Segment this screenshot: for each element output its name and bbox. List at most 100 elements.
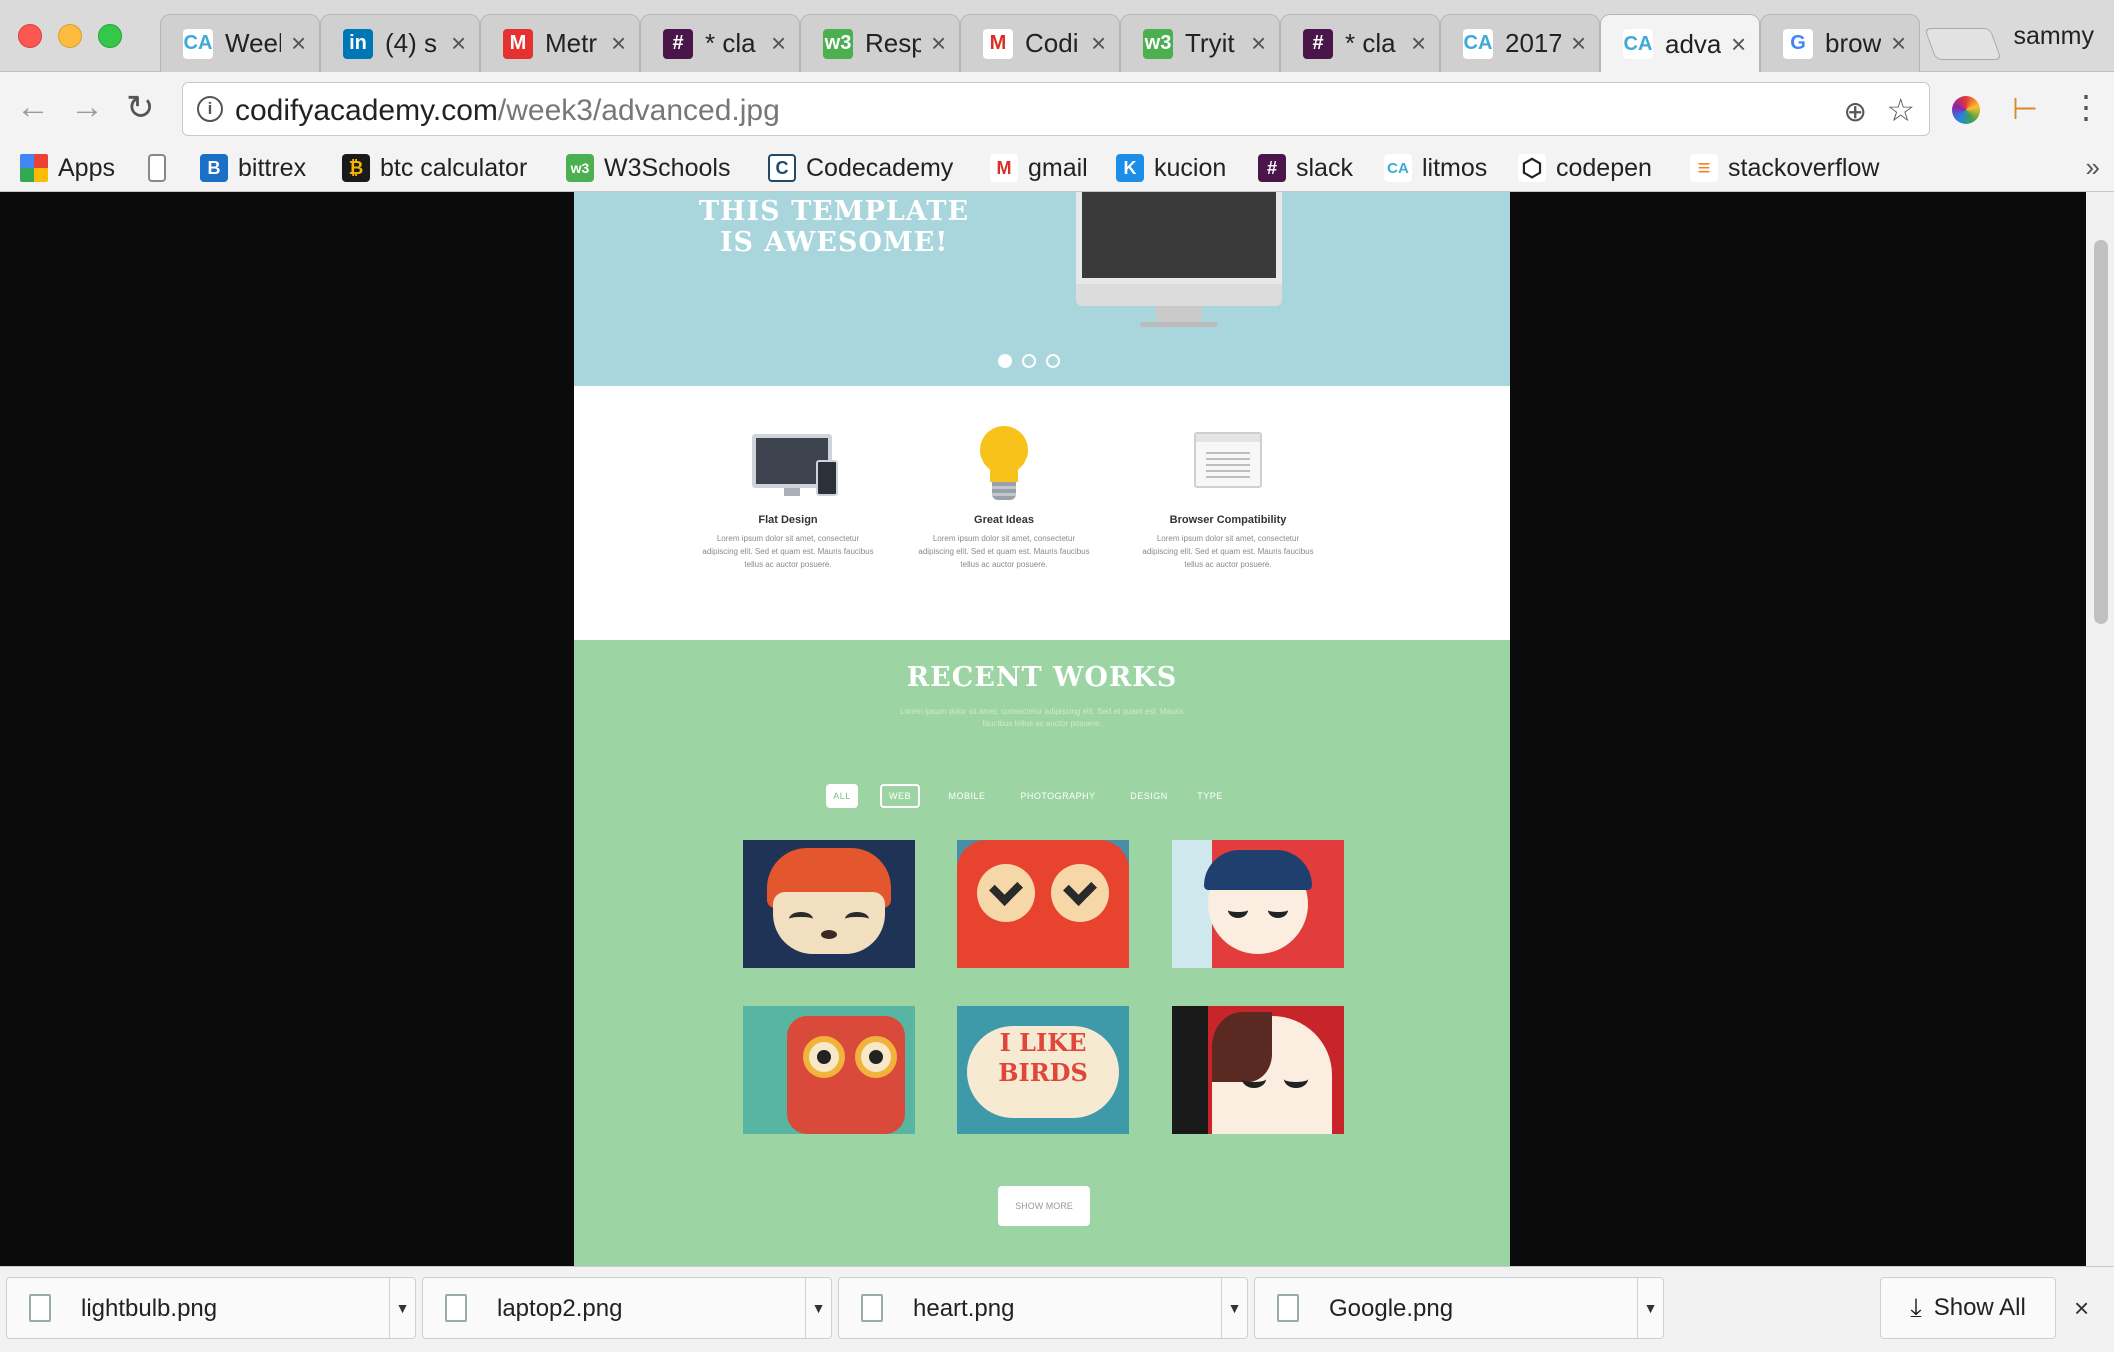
url-text[interactable]: codifyacademy.com/week3/advanced.jpg — [235, 94, 780, 128]
close-tab-icon[interactable]: × — [1571, 28, 1586, 59]
tab-linkedin[interactable]: in (4) s × — [320, 14, 480, 72]
image-file-icon — [1277, 1294, 1299, 1322]
tab-strip: CA Week × in (4) s × M Metr × # * cla × … — [0, 0, 2114, 73]
birds-text: I LIKE BIRDS — [998, 1028, 1088, 1087]
download-item[interactable]: lightbulb.png ▼ — [6, 1277, 416, 1339]
close-tab-icon[interactable]: × — [931, 28, 946, 59]
work-thumb-owl-eyes[interactable] — [743, 1006, 915, 1134]
tab-resp[interactable]: w3 Resp × — [800, 14, 960, 72]
slider-dot-3[interactable] — [1046, 354, 1060, 368]
btc-icon: ₿ — [342, 154, 370, 182]
filter-design[interactable]: DESIGN — [1126, 784, 1172, 808]
bookmark-label: Codecademy — [806, 153, 954, 182]
bookmark-apps[interactable]: Apps — [20, 150, 115, 186]
back-arrow-icon[interactable]: ← — [16, 88, 50, 127]
chevron-down-icon[interactable]: ▼ — [1221, 1278, 1247, 1338]
tab-tryit[interactable]: w3 Tryit × — [1120, 14, 1280, 72]
bookmarks-overflow-icon[interactable]: » — [2086, 152, 2100, 183]
download-arrow-icon: ⤓ — [1910, 1292, 1922, 1322]
hero-title: THIS TEMPLATE IS AWESOME! — [698, 196, 970, 258]
gmail-favicon-icon: M — [983, 28, 1013, 59]
bookmark-kucion[interactable]: K kucion — [1116, 150, 1226, 186]
work-thumb-fox[interactable] — [743, 840, 915, 968]
close-tab-icon[interactable]: × — [611, 28, 626, 59]
vertical-scrollbar[interactable] — [2086, 192, 2114, 1266]
close-window-button[interactable] — [18, 24, 42, 48]
filter-mobile[interactable]: MOBILE — [944, 784, 990, 808]
bookmark-w3schools[interactable]: w3 W3Schools — [566, 150, 730, 186]
close-tab-icon[interactable]: × — [1411, 28, 1426, 59]
tab-metr[interactable]: M Metr × — [480, 14, 640, 72]
show-all-downloads-button[interactable]: ⤓ Show All — [1880, 1277, 2056, 1339]
filter-photography[interactable]: PHOTOGRAPHY — [1014, 784, 1102, 808]
tab-gmail[interactable]: M Codi × — [960, 14, 1120, 72]
close-tab-icon[interactable]: × — [291, 28, 306, 59]
tab-slack-2[interactable]: # * cla × — [1280, 14, 1440, 72]
download-item[interactable]: Google.png ▼ — [1254, 1277, 1664, 1339]
browser-menu-icon[interactable]: ⋮ — [2070, 88, 2102, 126]
monitor-foot — [1140, 322, 1218, 327]
filter-type[interactable]: TYPE — [1194, 784, 1226, 808]
close-tab-icon[interactable]: × — [1891, 28, 1906, 59]
site-info-icon[interactable]: i — [197, 96, 223, 122]
show-all-label: Show All — [1933, 1294, 2026, 1321]
tab-title: * cla — [705, 28, 756, 58]
bookmark-stackoverflow[interactable]: ≡ stackoverflow — [1690, 150, 1879, 186]
bookmark-bittrex[interactable]: B bittrex — [200, 150, 306, 186]
feature-title: Flat Design — [758, 514, 818, 526]
forward-arrow-icon[interactable]: → — [70, 88, 104, 127]
close-tab-icon[interactable]: × — [1091, 28, 1106, 59]
bookmark-star-icon[interactable]: ☆ — [1886, 91, 1915, 129]
new-tab-button[interactable] — [1924, 28, 2002, 60]
close-tab-icon[interactable]: × — [1251, 28, 1266, 59]
filter-all[interactable]: ALL — [826, 784, 858, 808]
chevron-down-icon[interactable]: ▼ — [805, 1278, 831, 1338]
close-tab-icon[interactable]: × — [771, 28, 786, 59]
tab-2017[interactable]: CA 2017 × — [1440, 14, 1600, 72]
close-download-shelf-icon[interactable]: × — [2074, 1293, 2089, 1324]
bookmark-gmail[interactable]: M gmail — [990, 150, 1088, 186]
work-thumb-i-like-birds[interactable]: I LIKE BIRDS — [957, 1006, 1129, 1134]
bookmark-slack[interactable]: # slack — [1258, 150, 1353, 186]
reload-icon[interactable]: ↻ — [126, 88, 155, 128]
download-filename: laptop2.png — [497, 1295, 623, 1322]
address-bar[interactable]: i codifyacademy.com/week3/advanced.jpg ⊕… — [182, 82, 1930, 136]
tab-week[interactable]: CA Week × — [160, 14, 320, 72]
work-thumb-girl[interactable] — [1172, 840, 1344, 968]
work-thumb-red-hood[interactable] — [1172, 1006, 1344, 1134]
download-item[interactable]: laptop2.png ▼ — [422, 1277, 832, 1339]
bookmark-blank-page[interactable] — [148, 150, 176, 186]
ruler-extension-icon[interactable]: ⊢ — [2012, 92, 2038, 127]
minimize-window-button[interactable] — [58, 24, 82, 48]
apps-grid-icon — [20, 154, 48, 182]
codepen-icon: ⬡ — [1518, 154, 1546, 182]
scrollbar-thumb[interactable] — [2094, 240, 2108, 624]
tab-advanced-active[interactable]: CA adva × — [1600, 14, 1760, 73]
bookmark-label: stackoverflow — [1728, 153, 1880, 182]
profile-name[interactable]: sammy — [2013, 22, 2094, 51]
hero-banner: THIS TEMPLATE IS AWESOME! — [574, 192, 1510, 386]
filter-web[interactable]: WEB — [880, 784, 920, 808]
bookmark-litmos[interactable]: CA litmos — [1384, 150, 1487, 186]
tab-slack-1[interactable]: # * cla × — [640, 14, 800, 72]
bookmark-btc-calculator[interactable]: ₿ btc calculator — [342, 150, 527, 186]
download-filename: lightbulb.png — [81, 1295, 218, 1322]
close-tab-icon[interactable]: × — [1731, 29, 1746, 60]
maximize-window-button[interactable] — [98, 24, 122, 48]
tab-google[interactable]: G brow × — [1760, 14, 1920, 72]
gmail-icon: M — [990, 154, 1018, 182]
work-thumb-owl-red[interactable] — [957, 840, 1129, 968]
bookmark-label: kucion — [1154, 153, 1227, 182]
show-more-button[interactable]: SHOW MORE — [998, 1186, 1090, 1226]
chevron-down-icon[interactable]: ▼ — [1637, 1278, 1663, 1338]
close-tab-icon[interactable]: × — [451, 28, 466, 59]
slider-dot-1[interactable] — [998, 354, 1012, 368]
bookmark-codepen[interactable]: ⬡ codepen — [1518, 150, 1652, 186]
download-item[interactable]: heart.png ▼ — [838, 1277, 1248, 1339]
color-picker-extension-icon[interactable] — [1952, 96, 1980, 124]
devices-icon — [698, 426, 878, 506]
chevron-down-icon[interactable]: ▼ — [389, 1278, 415, 1338]
bookmark-codecademy[interactable]: C Codecademy — [768, 150, 953, 186]
slider-dot-2[interactable] — [1022, 354, 1036, 368]
zoom-icon[interactable]: ⊕ — [1844, 95, 1867, 128]
